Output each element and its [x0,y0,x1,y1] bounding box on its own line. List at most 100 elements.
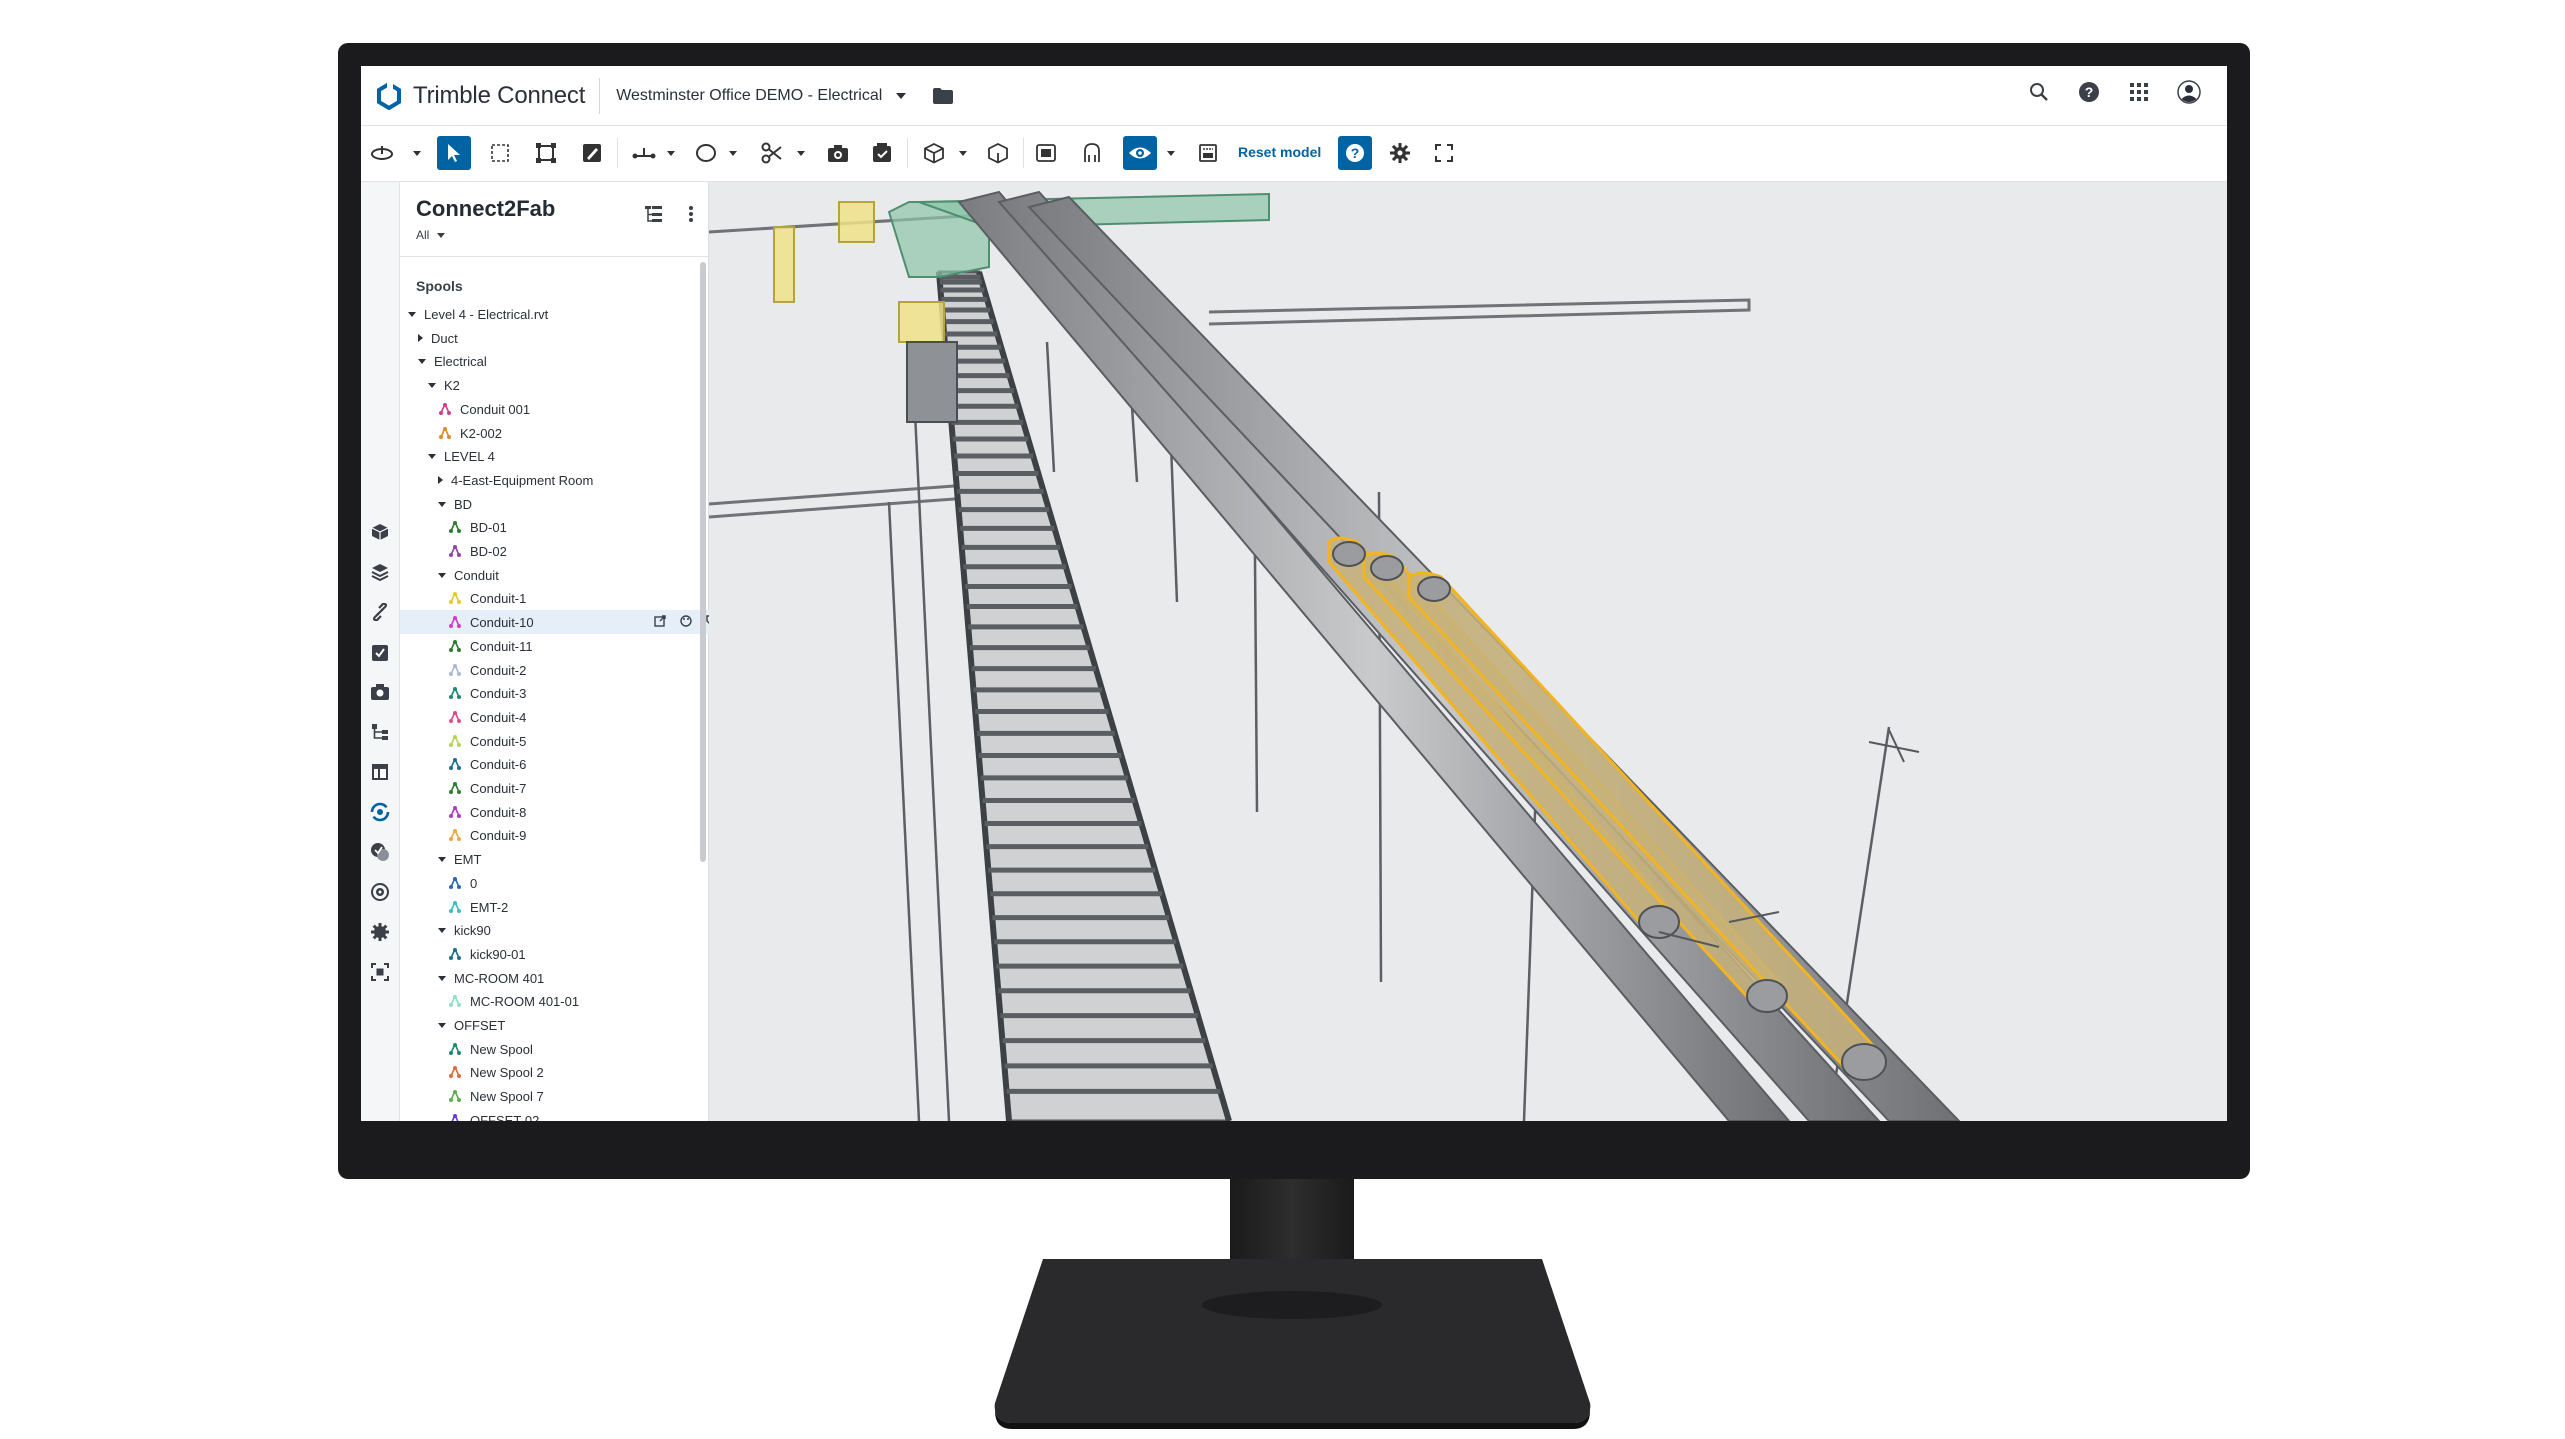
tree-item-spool[interactable]: BD-01 [400,515,742,539]
clip-icon[interactable] [755,136,789,170]
tree-item-spool[interactable]: Conduit-5 [400,729,742,753]
extension-gear-icon[interactable] [367,919,393,945]
tree-item-spool[interactable]: MC-ROOM 401-01 [400,989,742,1013]
todo-check-icon[interactable] [367,639,393,665]
user-avatar-icon[interactable] [2177,80,2201,104]
object-dropdown-caret[interactable] [959,151,967,156]
tree-item-spool[interactable]: Conduit-2 [400,658,742,682]
tree-item-spool[interactable]: Conduit-11 [400,634,742,658]
search-icon[interactable] [2027,80,2051,104]
panel-scrollbar[interactable] [700,262,706,862]
tree-item-label: BD-01 [470,519,507,535]
project-name: Westminster Office DEMO - Electrical [616,86,883,104]
visibility-eye-icon[interactable] [1123,136,1157,170]
tree-view-icon[interactable] [644,204,664,229]
tree-item-spool[interactable]: Conduit-8 [400,800,742,824]
globe-icon[interactable] [367,879,393,905]
markup-icon[interactable] [575,136,609,170]
tree-item-group[interactable]: kick90 [400,918,732,942]
render-mode-icon[interactable] [1191,136,1225,170]
object-icon[interactable] [917,136,951,170]
tree-item-group[interactable]: Duct [400,326,712,350]
tree-item-spool[interactable]: OFFSET-02 [400,1108,742,1121]
focus-icon[interactable] [367,959,393,985]
shape-dropdown-caret[interactable] [729,151,737,156]
apps-grid-icon[interactable] [2127,80,2151,104]
tree-item-spool[interactable]: Conduit-9 [400,823,742,847]
tree-item-spool[interactable]: New Spool 7 [400,1084,742,1108]
layers-icon[interactable] [367,559,393,585]
tree-item-spool[interactable]: BD-02 [400,539,742,563]
select-pointer-icon[interactable] [437,136,471,170]
spool-icon [449,758,461,770]
spool-icon [439,427,451,439]
orbit-dropdown-caret[interactable] [413,151,421,156]
section-box-icon[interactable] [529,136,563,170]
tree-item-spool[interactable]: 0 [400,871,742,895]
trimble-logo[interactable]: Trimble Connect [375,81,585,110]
tree-item-group[interactable]: BD [400,492,732,516]
tree-item-label: Conduit-8 [470,804,527,820]
tree-item-spool[interactable]: Conduit 001 [400,397,732,421]
tree-item-group[interactable]: Electrical [400,349,712,373]
more-vertical-icon[interactable] [688,204,694,229]
tree-item-spool[interactable]: kick90-01 [400,942,742,966]
tree-item-spool[interactable]: Conduit-7 [400,776,742,800]
panel-divider [400,256,708,257]
tree-item-label: Conduit-9 [470,827,527,843]
model-viewport[interactable] [709,182,2227,1121]
help-icon[interactable]: ? [2077,80,2101,104]
tree-item-spool[interactable]: K2-002 [400,421,732,445]
measure-icon[interactable] [627,136,661,170]
tree-item-spool[interactable]: New Spool 2 [400,1060,742,1084]
clash-icon[interactable] [367,839,393,865]
fullscreen-icon[interactable] [1427,136,1461,170]
tree-item-spool[interactable]: Conduit-1 [400,586,742,610]
expanded-caret-icon [438,501,446,507]
help-toggle-icon[interactable]: ? [1338,136,1372,170]
tree-item-group[interactable]: K2 [400,373,722,397]
table-icon[interactable] [367,759,393,785]
open-external-icon[interactable] [654,614,666,630]
tree-item-group[interactable]: 4-East-Equipment Room [400,468,732,492]
save-view-icon[interactable] [865,136,899,170]
tree-item-spool[interactable]: Conduit-3 [400,681,742,705]
connect2fab-icon[interactable] [367,799,393,825]
tree-item-group[interactable]: Level 4 - Electrical.rvt [400,302,702,326]
tree-item-label: New Spool 7 [470,1088,544,1104]
tree-item-spool[interactable]: Conduit-6 [400,752,742,776]
tree-item-group[interactable]: MC-ROOM 401 [400,966,732,990]
tree-item-spool[interactable]: Conduit-4 [400,705,742,729]
pdf-icon[interactable] [1029,136,1063,170]
visibility-dropdown-caret[interactable] [1167,151,1175,156]
expanded-caret-icon [408,311,416,317]
outline-icon[interactable] [1075,136,1109,170]
settings-gear-icon[interactable] [1383,136,1417,170]
tree-item-group[interactable]: Conduit [400,563,732,587]
models-cube-icon[interactable] [367,519,393,545]
link-icon[interactable] [367,599,393,625]
tree-item-label: kick90 [454,922,491,938]
shape-icon[interactable] [689,136,723,170]
filter-dropdown[interactable]: All [416,228,446,242]
snapshot-icon[interactable] [821,136,855,170]
measure-dropdown-caret[interactable] [667,151,675,156]
ghost-icon[interactable] [981,136,1015,170]
tree-item-group[interactable]: OFFSET [400,1013,732,1037]
hierarchy-icon[interactable] [367,719,393,745]
tree-item-group[interactable]: LEVEL 4 [400,444,722,468]
tree-item-spool[interactable]: Conduit-10 [400,610,742,634]
tree-item-group[interactable]: EMT [400,847,732,871]
project-selector[interactable]: Westminster Office DEMO - Electrical [616,86,907,105]
reset-model-button[interactable]: Reset model [1238,144,1321,160]
tree-item-spool[interactable]: New Spool [400,1037,742,1061]
orbit-icon[interactable] [365,136,399,170]
palette-icon[interactable] [680,614,692,630]
folder-icon[interactable] [932,87,954,105]
tree-item-label: BD [454,496,473,512]
box-select-icon[interactable] [483,136,517,170]
spool-icon [439,403,451,415]
tree-item-spool[interactable]: EMT-2 [400,895,742,919]
clip-dropdown-caret[interactable] [797,151,805,156]
camera-icon[interactable] [367,679,393,705]
